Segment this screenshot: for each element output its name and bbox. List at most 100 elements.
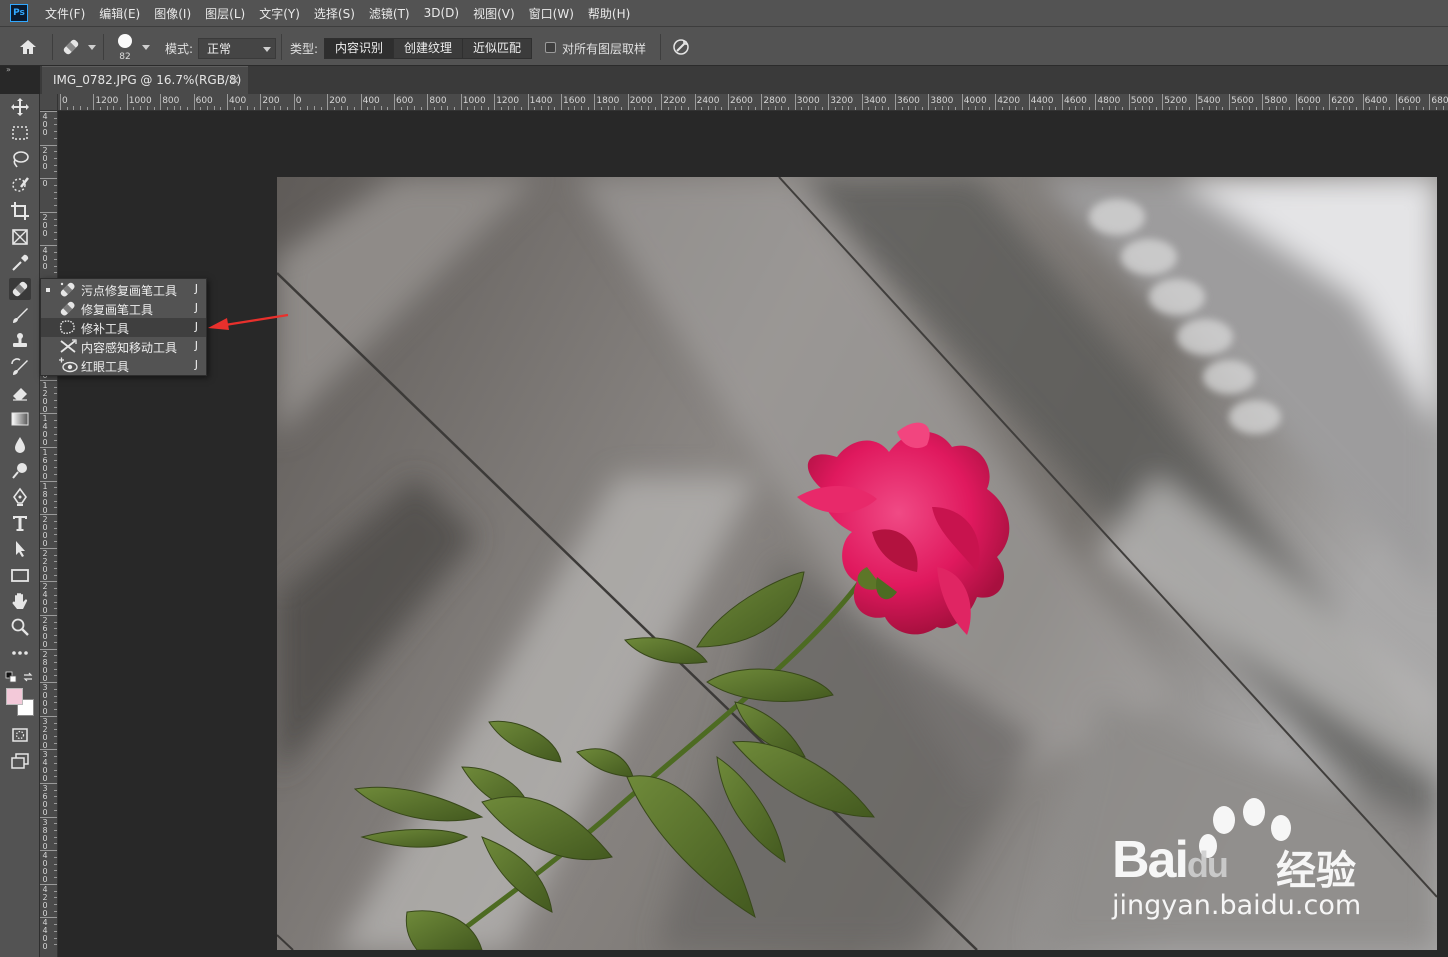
- eyedropper-tool[interactable]: [9, 252, 31, 274]
- ruler-minor-tick: [614, 106, 616, 110]
- blur-tool[interactable]: [9, 434, 31, 456]
- ruler-minor-tick: [54, 890, 57, 892]
- pressure-size-icon[interactable]: [672, 38, 690, 56]
- flyout-item-spot-healing-brush[interactable]: 污点修复画笔工具 J: [41, 280, 206, 299]
- quick-mask-button[interactable]: [9, 724, 31, 746]
- edit-toolbar-button[interactable]: [9, 642, 31, 664]
- tool-preset-picker-icon[interactable]: [60, 36, 82, 58]
- eraser-tool[interactable]: [9, 382, 31, 404]
- type-proximity-match-button[interactable]: 近似匹配: [462, 38, 533, 59]
- ruler-minor-tick: [54, 494, 57, 496]
- ruler-minor-tick: [54, 393, 57, 395]
- ruler-minor-tick: [687, 107, 689, 110]
- flyout-item-content-aware-move[interactable]: 内容感知移动工具 J: [41, 337, 206, 356]
- ruler-tick: [227, 94, 228, 110]
- ruler-minor-tick: [54, 124, 57, 126]
- menu-type[interactable]: 文字(Y): [252, 5, 307, 22]
- content-aware-move-icon: [60, 339, 77, 353]
- menu-image[interactable]: 图像(I): [147, 5, 198, 22]
- type-create-texture-button[interactable]: 创建纹理: [393, 38, 464, 59]
- ruler-minor-tick: [467, 107, 469, 110]
- move-tool[interactable]: [9, 96, 31, 118]
- type-content-aware-button[interactable]: 内容识别: [324, 38, 395, 59]
- path-selection-tool[interactable]: [9, 538, 31, 560]
- menu-filter[interactable]: 滤镜(T): [362, 5, 417, 22]
- ruler-minor-tick: [567, 107, 569, 110]
- flyout-item-patch[interactable]: 修补工具 J: [41, 318, 206, 337]
- flyout-item-red-eye[interactable]: 红眼工具 J: [41, 356, 206, 375]
- close-icon[interactable]: ×: [230, 67, 240, 93]
- ruler-tick: [293, 94, 295, 110]
- ruler-tick: [460, 94, 462, 110]
- menu-3d[interactable]: 3D(D): [417, 6, 466, 20]
- panel-collapse-icon[interactable]: »: [0, 66, 40, 76]
- menu-select[interactable]: 选择(S): [307, 5, 362, 22]
- menu-edit[interactable]: 编辑(E): [92, 5, 147, 22]
- ruler-minor-tick: [814, 106, 816, 110]
- home-icon[interactable]: [18, 37, 38, 57]
- ruler-minor-tick: [848, 106, 850, 110]
- ruler-minor-tick: [54, 635, 57, 637]
- quick-select-tool[interactable]: [9, 174, 31, 196]
- foreground-color-swatch[interactable]: [6, 688, 23, 705]
- rectangle-tool[interactable]: [9, 564, 31, 586]
- vertical-ruler[interactable]: 4002000200400600800100012001400160018002…: [40, 111, 58, 957]
- dodge-tool[interactable]: [9, 460, 31, 482]
- ruler-minor-tick: [54, 937, 57, 939]
- screen-mode-button[interactable]: [9, 750, 31, 772]
- chevron-down-icon[interactable]: [88, 45, 96, 50]
- ruler-label: 3400: [863, 96, 887, 106]
- gradient-tool[interactable]: [9, 408, 31, 430]
- ruler-minor-tick: [54, 500, 57, 502]
- brush-preview-icon[interactable]: [118, 34, 132, 48]
- ruler-minor-tick: [1148, 106, 1150, 110]
- ruler-minor-tick: [681, 106, 683, 110]
- ruler-origin[interactable]: [40, 94, 58, 111]
- marquee-tool[interactable]: [9, 122, 31, 144]
- ruler-tick: [627, 94, 629, 110]
- ruler-label: 3600: [42, 784, 48, 817]
- ruler-minor-tick: [153, 107, 155, 110]
- clone-stamp-tool[interactable]: [9, 330, 31, 352]
- ruler-tick: [1195, 94, 1197, 110]
- menu-view[interactable]: 视图(V): [466, 5, 522, 22]
- ruler-minor-tick: [868, 107, 870, 110]
- ruler-minor-tick: [500, 107, 502, 110]
- ruler-minor-tick: [54, 830, 57, 832]
- ruler-tick: [661, 94, 663, 110]
- type-tool[interactable]: [9, 512, 31, 534]
- horizontal-ruler[interactable]: 0 1200 1000 800 600 400 200 0 200 400 600 800 1000 12…: [58, 94, 1448, 111]
- frame-tool[interactable]: [9, 226, 31, 248]
- ruler-minor-tick: [54, 863, 57, 865]
- flyout-item-healing-brush[interactable]: 修复画笔工具 J: [41, 299, 206, 318]
- brush-tool[interactable]: [9, 304, 31, 326]
- menu-layer[interactable]: 图层(L): [198, 5, 252, 22]
- default-colors-icon[interactable]: [5, 671, 17, 683]
- ruler-minor-tick: [1242, 106, 1244, 110]
- zoom-tool[interactable]: [9, 616, 31, 638]
- document-tab[interactable]: IMG_0782.JPG @ 16.7%(RGB/8) ×: [42, 66, 248, 94]
- menu-help[interactable]: 帮助(H): [581, 5, 637, 22]
- ruler-minor-tick: [54, 473, 57, 475]
- chevron-down-icon[interactable]: [142, 45, 150, 50]
- healing-brush-tool[interactable]: [9, 278, 31, 300]
- pen-tool[interactable]: [9, 486, 31, 508]
- crop-tool[interactable]: [9, 200, 31, 222]
- ruler-minor-tick: [54, 789, 57, 791]
- ruler-minor-tick: [1048, 106, 1050, 110]
- history-brush-tool[interactable]: [9, 356, 31, 378]
- ruler-minor-tick: [908, 106, 910, 110]
- swap-colors-icon[interactable]: [22, 671, 34, 683]
- mode-select[interactable]: 正常: [198, 38, 276, 59]
- ruler-minor-tick: [414, 106, 416, 110]
- menu-file[interactable]: 文件(F): [38, 5, 92, 22]
- sample-all-layers-checkbox[interactable]: [545, 42, 556, 53]
- ruler-tick: [527, 94, 529, 110]
- ruler-tick: [1329, 94, 1331, 110]
- ruler-label: 0: [295, 96, 302, 106]
- menu-window[interactable]: 窗口(W): [522, 5, 581, 22]
- hand-tool[interactable]: [9, 590, 31, 612]
- lasso-tool[interactable]: [9, 148, 31, 170]
- ruler-minor-tick: [634, 107, 636, 110]
- ruler-minor-tick: [734, 107, 736, 110]
